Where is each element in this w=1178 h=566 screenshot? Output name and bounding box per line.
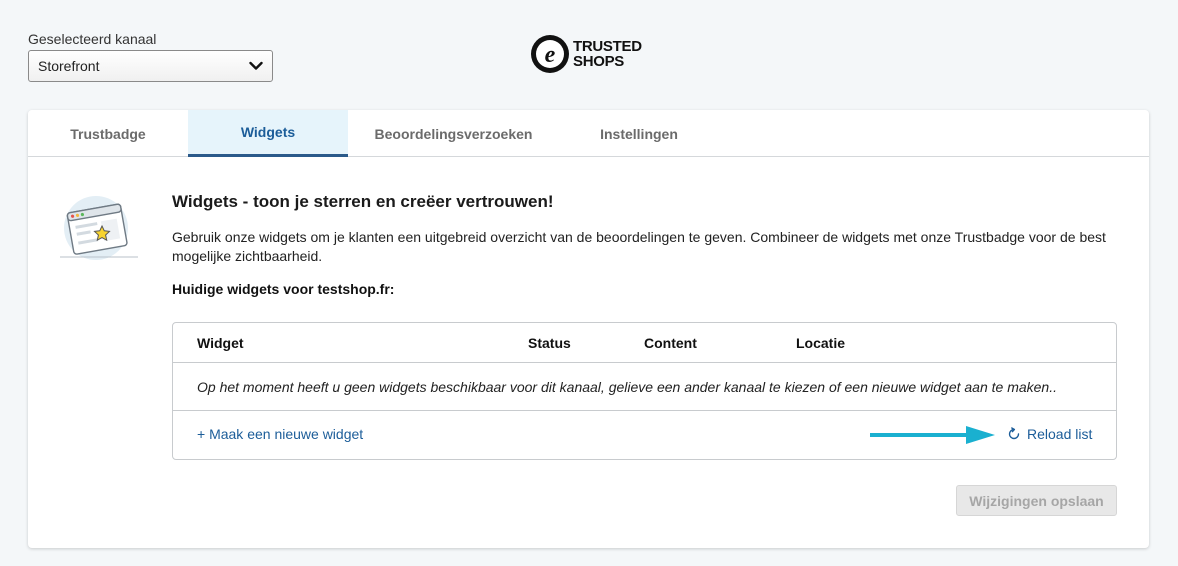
trusted-shops-logo: e TRUSTED SHOPS xyxy=(530,30,642,78)
trusted-shops-e-icon: e xyxy=(531,35,569,73)
column-header-content: Content xyxy=(644,335,697,351)
svg-text:e: e xyxy=(545,42,556,68)
browser-star-illustration-icon xyxy=(60,196,138,260)
column-header-status: Status xyxy=(528,335,571,351)
logo-line-1: TRUSTED xyxy=(573,38,642,55)
page-description: Gebruik onze widgets om je klanten een u… xyxy=(172,229,1106,264)
tab-widgets[interactable]: Widgets xyxy=(188,110,348,157)
tab-bar: Trustbadge Widgets Beoordelingsverzoeken… xyxy=(28,110,1149,157)
column-header-locatie: Locatie xyxy=(796,335,846,351)
channel-select-value: Storefront xyxy=(38,58,100,74)
column-header-widget: Widget xyxy=(197,335,244,351)
arrow-right-icon xyxy=(870,426,995,444)
empty-table-message: Op het moment heeft u geen widgets besch… xyxy=(173,363,1116,411)
tab-instellingen[interactable]: Instellingen xyxy=(559,110,719,157)
reload-list-label: Reload list xyxy=(1027,426,1093,442)
reload-list-link[interactable]: Reload list xyxy=(1007,426,1092,442)
page-title: Widgets - toon je sterren en creëer vert… xyxy=(172,192,554,211)
widgets-card: Trustbadge Widgets Beoordelingsverzoeken… xyxy=(28,110,1149,548)
chevron-down-icon xyxy=(249,61,263,70)
widgets-table: Widget Status Content Locatie Op het mom… xyxy=(172,322,1117,460)
table-footer: + Maak een nieuwe widget Reload list xyxy=(173,411,1116,459)
table-header: Widget Status Content Locatie xyxy=(173,323,1116,363)
channel-label: Geselecteerd kanaal xyxy=(28,31,157,47)
channel-select[interactable]: Storefront xyxy=(28,50,273,82)
reload-icon xyxy=(1008,427,1020,440)
tab-beoordelingsverzoeken[interactable]: Beoordelingsverzoeken xyxy=(348,110,559,157)
logo-line-2: SHOPS xyxy=(573,53,625,70)
new-widget-link[interactable]: + Maak een nieuwe widget xyxy=(197,426,363,442)
save-changes-button[interactable]: Wijzigingen opslaan xyxy=(956,485,1117,516)
tab-trustbadge[interactable]: Trustbadge xyxy=(28,110,188,157)
current-widgets-heading: Huidige widgets voor testshop.fr: xyxy=(172,281,395,297)
